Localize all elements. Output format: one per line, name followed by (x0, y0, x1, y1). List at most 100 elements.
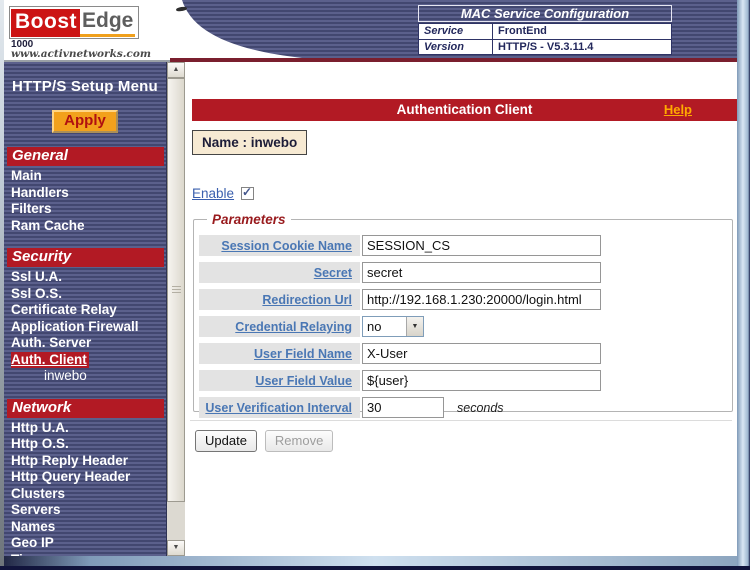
logo-boost-text: Boost (11, 9, 80, 37)
sidebar-title: HTTP/S Setup Menu (4, 62, 166, 95)
header-row-label: Service (419, 24, 493, 39)
sidebar-item-inwebo[interactable]: inwebo (4, 368, 166, 385)
enable-row: Enable (192, 186, 254, 201)
menu-section-security: Security (7, 248, 164, 267)
chevron-down-icon[interactable]: ▼ (406, 317, 423, 336)
user-verification-interval-label-link[interactable]: User Verification Interval (205, 401, 352, 415)
logo-website: www.activnetworks.com (11, 48, 151, 60)
app-window: Boost Edge 1000 www.activnetworks.com MA… (0, 0, 750, 570)
sidebar-item-clusters[interactable]: Clusters (4, 486, 166, 503)
param-label-cell: User Field Value (199, 370, 360, 391)
sidebar-item-main[interactable]: Main (4, 168, 166, 185)
session-cookie-name-input[interactable] (362, 235, 601, 256)
sidebar-item-http-reply-header[interactable]: Http Reply Header (4, 453, 166, 470)
page-title-bar: Authentication Client Help (192, 99, 737, 121)
redirection-url-label-link[interactable]: Redirection Url (262, 293, 352, 307)
param-label-cell: Session Cookie Name (199, 235, 360, 256)
help-link[interactable]: Help (664, 99, 692, 121)
param-row-user-verification-interval: User Verification Intervalseconds (199, 397, 727, 418)
window-right-scrollbar (737, 0, 750, 566)
param-label-cell: User Field Name (199, 343, 360, 364)
session-cookie-name-label-link[interactable]: Session Cookie Name (221, 239, 352, 253)
header-row-label: Version (419, 40, 493, 54)
secret-label-link[interactable]: Secret (314, 266, 352, 280)
service-version-table: ServiceFrontEndVersionHTTP/S - V5.3.11.4 (418, 23, 672, 55)
sidebar-item-auth-client[interactable]: Auth. Client (4, 352, 166, 369)
param-label-cell: User Verification Interval (199, 397, 360, 418)
sidebar-item-label: inwebo (44, 368, 87, 383)
sidebar-item-label: Http Reply Header (11, 453, 128, 468)
header-row-value: FrontEnd (493, 24, 671, 39)
enable-checkbox[interactable] (241, 187, 254, 200)
param-label-cell: Secret (199, 262, 360, 283)
user-field-name-input[interactable] (362, 343, 601, 364)
sidebar-item-label: Http Query Header (11, 469, 130, 484)
parameters-rows: Session Cookie Name Secret Redirection Url… (199, 235, 727, 418)
main-content: Authentication Client Help Name : inwebo… (185, 62, 737, 556)
update-button[interactable]: Update (195, 430, 257, 452)
top-header-frame: MAC Service Configuration ServiceFrontEn… (170, 0, 750, 62)
sidebar-item-label: Application Firewall (11, 319, 139, 334)
sidebar-item-label: Http O.S. (11, 436, 69, 451)
sidebar-item-label: Ssl O.S. (11, 286, 62, 301)
sidebar-item-ssl-u-a[interactable]: Ssl U.A. (4, 269, 166, 286)
user-field-name-label-link[interactable]: User Field Name (254, 347, 352, 361)
sidebar-item-label: Certificate Relay (11, 302, 117, 317)
sidebar-item-certificate-relay[interactable]: Certificate Relay (4, 302, 166, 319)
scrollbar-thumb[interactable] (167, 78, 185, 502)
select-value: no (363, 317, 406, 336)
sidebar-item-ssl-o-s[interactable]: Ssl O.S. (4, 286, 166, 303)
sidebar-item-names[interactable]: Names (4, 519, 166, 536)
sidebar-item-label: Auth. Client (11, 352, 89, 368)
credential-relaying-select[interactable]: no▼ (362, 316, 424, 337)
sidebar-item-servers[interactable]: Servers (4, 502, 166, 519)
param-label-cell: Credential Relaying (199, 316, 360, 337)
credential-relaying-label-link[interactable]: Credential Relaying (235, 320, 352, 334)
header-title: MAC Service Configuration (418, 5, 672, 22)
scroll-up-icon[interactable]: ▲ (167, 62, 185, 78)
param-label-cell: Redirection Url (199, 289, 360, 310)
remove-button: Remove (265, 430, 333, 452)
sidebar-item-label: Auth. Server (11, 335, 91, 350)
sidebar-item-handlers[interactable]: Handlers (4, 185, 166, 202)
sidebar-item-http-o-s[interactable]: Http O.S. (4, 436, 166, 453)
sidebar-item-http-query-header[interactable]: Http Query Header (4, 469, 166, 486)
param-row-session-cookie-name: Session Cookie Name (199, 235, 727, 256)
enable-link[interactable]: Enable (192, 186, 234, 201)
header-table-row: VersionHTTP/S - V5.3.11.4 (419, 39, 671, 54)
logo-frame: Boost Edge 1000 www.activnetworks.com (4, 0, 170, 62)
window-bottom-scrollbar (0, 556, 750, 566)
user-verification-interval-input[interactable] (362, 397, 444, 418)
sidebar-menu-sections: GeneralMainHandlersFiltersRam CacheSecur… (4, 147, 166, 556)
sidebar-item-label: Http U.A. (11, 420, 69, 435)
param-row-user-field-name: User Field Name (199, 343, 727, 364)
sidebar-item-filters[interactable]: Filters (4, 201, 166, 218)
redirection-url-input[interactable] (362, 289, 601, 310)
sidebar-item-geo-ip[interactable]: Geo IP (4, 535, 166, 552)
sidebar-item-label: Handlers (11, 185, 69, 200)
sidebar-item-label: Geo IP (11, 535, 54, 550)
user-field-value-input[interactable] (362, 370, 601, 391)
logo-edge-text: Edge (80, 8, 135, 37)
param-row-secret: Secret (199, 262, 727, 283)
sidebar-scrollbar[interactable]: ▲ ▼ (167, 62, 185, 556)
sidebar-item-label: Main (11, 168, 42, 183)
parameters-legend: Parameters (207, 212, 291, 227)
sidebar-item-label: Names (11, 519, 55, 534)
scrollbar-grip-icon (172, 286, 181, 293)
sidebar-item-auth-server[interactable]: Auth. Server (4, 335, 166, 352)
sidebar-item-label: Servers (11, 502, 61, 517)
page-title: Authentication Client (192, 99, 737, 121)
apply-button[interactable]: Apply (52, 110, 118, 133)
sidebar-item-label: Ssl U.A. (11, 269, 62, 284)
user-field-value-label-link[interactable]: User Field Value (255, 374, 352, 388)
secret-input[interactable] (362, 262, 601, 283)
sidebar-menu: HTTP/S Setup Menu Apply GeneralMainHandl… (4, 62, 167, 556)
sidebar-item-ram-cache[interactable]: Ram Cache (4, 218, 166, 235)
scroll-down-icon[interactable]: ▼ (167, 540, 185, 556)
sidebar-item-label: Clusters (11, 486, 65, 501)
sidebar-item-application-firewall[interactable]: Application Firewall (4, 319, 166, 336)
param-row-user-field-value: User Field Value (199, 370, 727, 391)
window-left-edge (0, 0, 4, 566)
sidebar-item-http-u-a[interactable]: Http U.A. (4, 420, 166, 437)
